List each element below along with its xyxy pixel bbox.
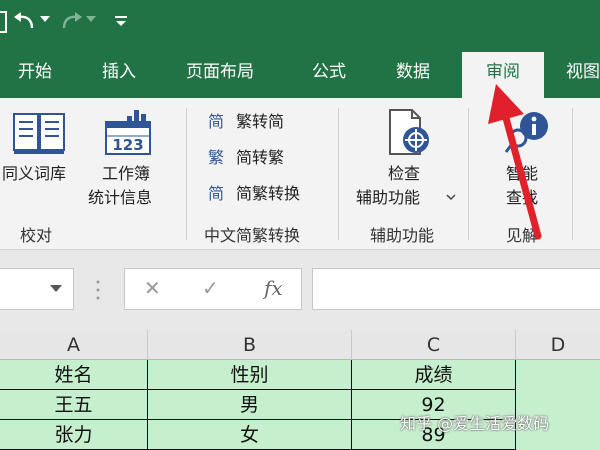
excel-window: 开始 插入 页面布局 公式 数据 审阅 视图 同义词库 123 工作簿 统计信息… [0,0,600,450]
watermark: 知乎 @爱生活爱数码 [400,414,550,433]
annotation-arrow-icon [488,84,542,240]
